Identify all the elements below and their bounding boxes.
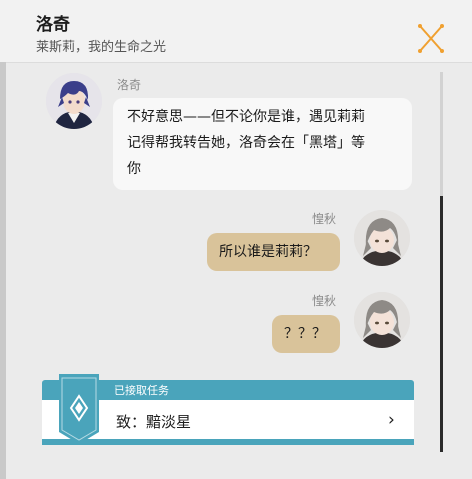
- contact-signature: 莱斯莉，我的生命之光: [36, 40, 167, 55]
- sender-name: 洛奇: [117, 78, 142, 92]
- sender-name: 惶秋: [312, 212, 337, 226]
- sender-name: 惶秋: [312, 294, 337, 308]
- message-line: ？？？: [284, 326, 326, 342]
- message-bubble: 不好意思——但不论你是谁，遇见莉莉 记得帮我转告她，洛奇会在「黑塔」等 你: [113, 98, 412, 190]
- contact-name: 洛奇: [36, 15, 70, 35]
- quest-name: 致：黯淡星: [116, 413, 192, 431]
- quest-emblem-icon: [56, 374, 102, 444]
- message-line: 你: [127, 161, 141, 177]
- message-line: 不好意思——但不论你是谁，遇见莉莉: [127, 109, 365, 125]
- quest-card[interactable]: 已接取任务 致：黯淡星 ›: [42, 374, 414, 445]
- chat-header: 洛奇 莱斯莉，我的生命之光: [0, 0, 472, 63]
- avatar-huangqiu[interactable]: [354, 292, 410, 348]
- close-button[interactable]: [412, 22, 450, 56]
- message-bubble: 所以谁是莉莉？: [207, 233, 340, 271]
- message-bubble: ？？？: [272, 315, 340, 353]
- chat-panel: 洛奇 莱斯莉，我的生命之光 洛奇 不好意思——但不论你是谁，遇见莉莉 记得帮我转…: [0, 0, 472, 479]
- message-line: 记得帮我转告她，洛奇会在「黑塔」等: [127, 135, 365, 151]
- message-line: 所以谁是莉莉？: [219, 244, 317, 260]
- panel-left-edge: [0, 62, 6, 479]
- close-icon: [418, 24, 444, 53]
- chevron-right-icon: ›: [388, 410, 395, 430]
- quest-status: 已接取任务: [114, 384, 169, 397]
- scrollbar-thumb[interactable]: [440, 196, 443, 452]
- avatar-huangqiu[interactable]: [354, 210, 410, 266]
- avatar-luoqi[interactable]: [46, 73, 102, 129]
